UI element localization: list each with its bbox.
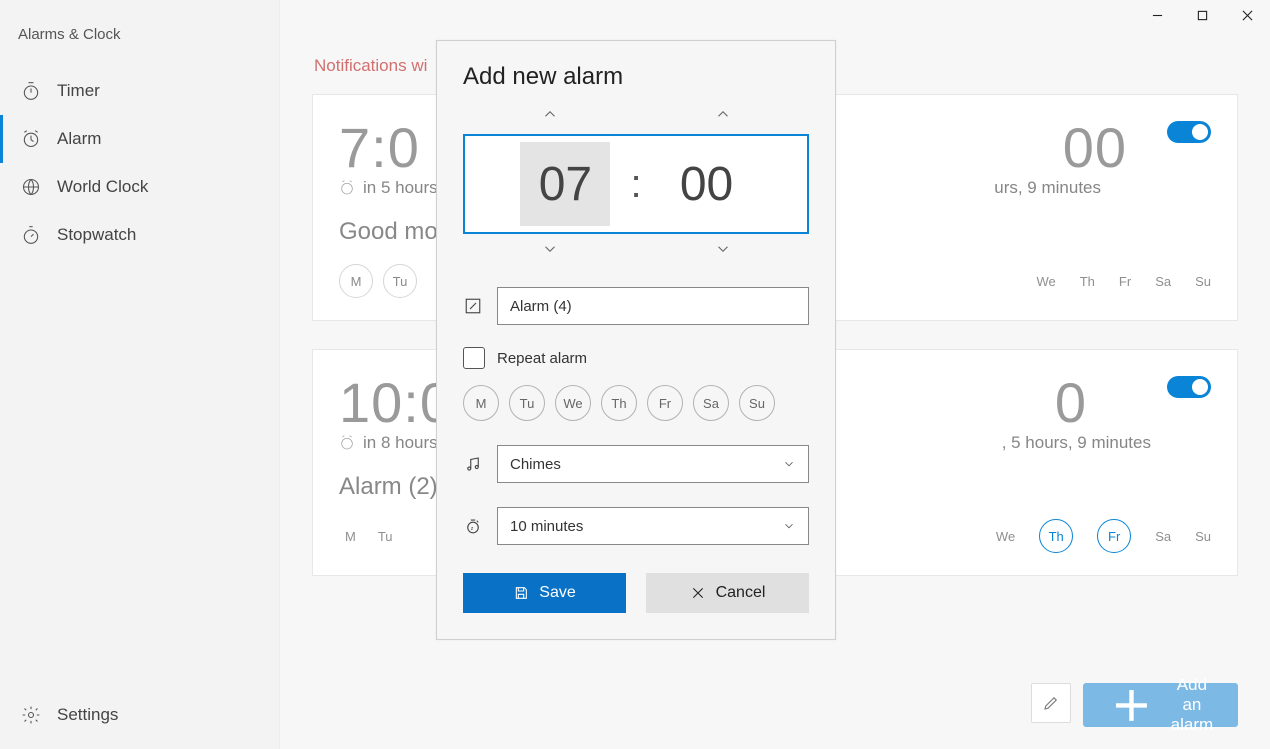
hour-value[interactable]: 07	[520, 142, 610, 226]
alarm-icon	[21, 129, 41, 149]
day-chip[interactable]: Th	[1039, 519, 1073, 553]
add-alarm-label: Add an alarm	[1168, 675, 1216, 735]
dialog-day-chip[interactable]: Th	[601, 385, 637, 421]
alarm-subtext: in 8 hours	[363, 433, 438, 453]
sidebar-item-label: World Clock	[57, 177, 148, 197]
dialog-day-chip[interactable]: Sa	[693, 385, 729, 421]
cancel-button[interactable]: Cancel	[646, 573, 809, 613]
sidebar-item-settings[interactable]: Settings	[0, 691, 279, 739]
timer-icon	[21, 81, 41, 101]
edit-alarms-button[interactable]	[1031, 683, 1071, 723]
dialog-title: Add new alarm	[463, 63, 809, 91]
hour-increment-button[interactable]	[541, 105, 559, 128]
gear-icon	[21, 705, 41, 725]
cancel-button-label: Cancel	[716, 584, 766, 602]
snooze-select-value: 10 minutes	[510, 518, 583, 535]
minute-value[interactable]: 00	[662, 142, 752, 226]
sidebar-item-label: Timer	[57, 81, 100, 101]
day-label: We	[1036, 274, 1055, 289]
window-minimize-button[interactable]	[1135, 0, 1180, 30]
day-label: Th	[1080, 274, 1095, 289]
day-chip[interactable]: Tu	[383, 264, 417, 298]
save-button[interactable]: Save	[463, 573, 626, 613]
sound-select-value: Chimes	[510, 456, 561, 473]
world-clock-icon	[21, 177, 41, 197]
sound-select[interactable]: Chimes	[497, 445, 809, 483]
day-label: Su	[1195, 529, 1211, 544]
sound-icon	[463, 454, 483, 474]
hour-decrement-button[interactable]	[541, 240, 559, 263]
time-picker[interactable]: 07 : 00	[463, 134, 809, 234]
sidebar-item-alarm[interactable]: Alarm	[0, 115, 279, 163]
sidebar-nav: Timer Alarm World Clock Stopwatch	[0, 67, 279, 691]
alarm-toggle[interactable]	[1167, 376, 1211, 398]
dialog-day-chip[interactable]: We	[555, 385, 591, 421]
day-chip[interactable]: M	[339, 264, 373, 298]
dialog-day-chip[interactable]: Tu	[509, 385, 545, 421]
snooze-icon: z	[463, 516, 483, 536]
save-button-label: Save	[539, 584, 575, 602]
day-label: We	[996, 529, 1015, 544]
window-maximize-button[interactable]	[1180, 0, 1225, 30]
sidebar-item-stopwatch[interactable]: Stopwatch	[0, 211, 279, 259]
titlebar	[280, 0, 1270, 30]
window-close-button[interactable]	[1225, 0, 1270, 30]
dialog-day-chip[interactable]: M	[463, 385, 499, 421]
sidebar-item-world-clock[interactable]: World Clock	[0, 163, 279, 211]
day-label: M	[345, 529, 356, 544]
repeat-alarm-label: Repeat alarm	[497, 350, 587, 367]
sidebar-item-label: Alarm	[57, 129, 101, 149]
svg-text:z: z	[471, 526, 474, 532]
dialog-day-chip[interactable]: Su	[739, 385, 775, 421]
sidebar-item-label: Settings	[57, 705, 118, 725]
alarm-time-right: 0	[1055, 370, 1087, 435]
alarm-subtext-right: , 5 hours, 9 minutes	[1002, 433, 1151, 453]
time-separator: :	[630, 162, 641, 207]
alarm-time-right: 00	[1063, 115, 1127, 180]
alarm-subtext-right: urs, 9 minutes	[994, 178, 1101, 198]
sidebar-item-timer[interactable]: Timer	[0, 67, 279, 115]
dialog-day-chip[interactable]: Fr	[647, 385, 683, 421]
add-alarm-button[interactable]: Add an alarm	[1083, 683, 1238, 727]
alarm-subtext: in 5 hours	[363, 178, 438, 198]
stopwatch-icon	[21, 225, 41, 245]
sidebar: Alarms & Clock Timer Alarm World Clock S…	[0, 0, 280, 749]
day-label: Sa	[1155, 529, 1171, 544]
add-alarm-dialog: Add new alarm 07 : 00 Repeat alarm	[436, 40, 836, 640]
edit-icon	[463, 296, 483, 316]
minute-decrement-button[interactable]	[714, 240, 732, 263]
alarm-name-input[interactable]	[497, 287, 809, 325]
alarm-toggle[interactable]	[1167, 121, 1211, 143]
day-chip[interactable]: Fr	[1097, 519, 1131, 553]
day-label: Su	[1195, 274, 1211, 289]
repeat-alarm-checkbox[interactable]	[463, 347, 485, 369]
day-label: Fr	[1119, 274, 1131, 289]
alarm-time: 7:0	[339, 115, 420, 180]
day-label: Tu	[378, 529, 393, 544]
app-title: Alarms & Clock	[0, 0, 279, 67]
sidebar-item-label: Stopwatch	[57, 225, 136, 245]
day-label: Sa	[1155, 274, 1171, 289]
snooze-select[interactable]: 10 minutes	[497, 507, 809, 545]
minute-increment-button[interactable]	[714, 105, 732, 128]
